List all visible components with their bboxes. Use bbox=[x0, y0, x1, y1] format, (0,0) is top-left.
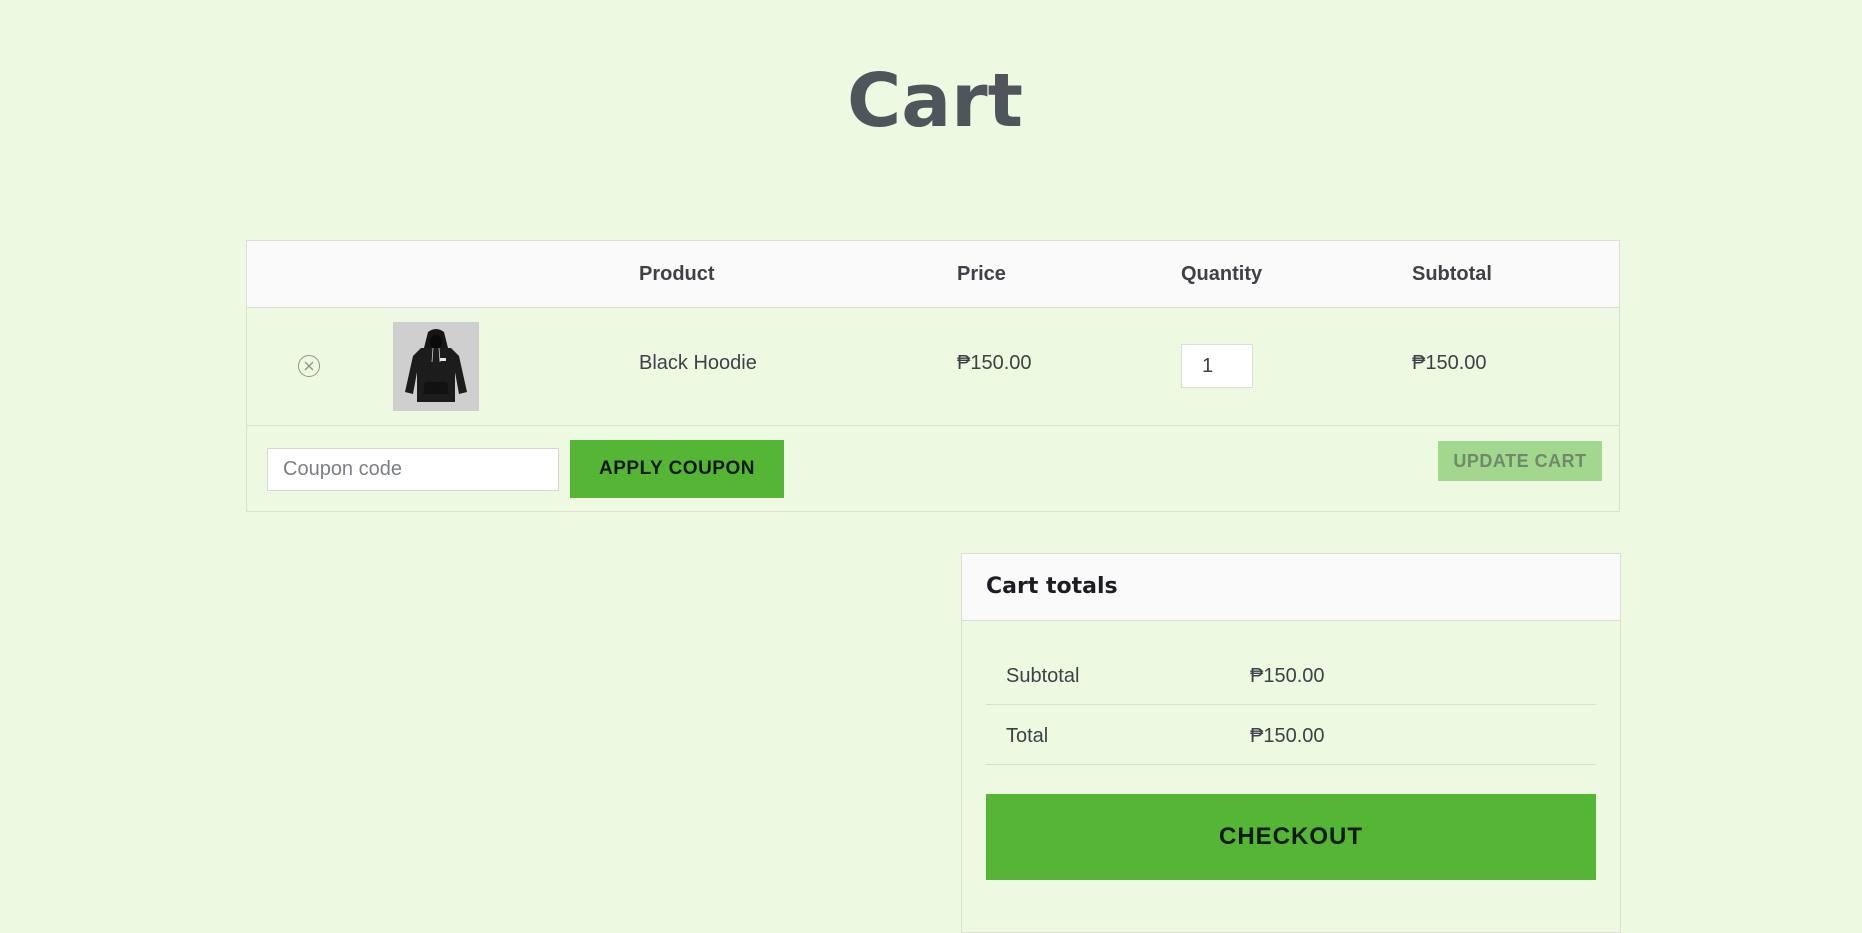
checkout-button[interactable]: CHECKOUT bbox=[986, 794, 1596, 880]
cart-table: Product Price Quantity Subtotal Black Ho… bbox=[246, 240, 1620, 512]
totals-total-row: Total ₱150.00 bbox=[986, 705, 1596, 765]
header-subtotal: Subtotal bbox=[1412, 263, 1492, 285]
product-thumbnail[interactable] bbox=[393, 322, 479, 411]
header-product: Product bbox=[639, 263, 715, 285]
product-name-link[interactable]: Black Hoodie bbox=[639, 352, 757, 375]
cart-totals-panel: Cart totals Subtotal ₱150.00 Total ₱150.… bbox=[961, 553, 1621, 933]
page-title: Cart bbox=[846, 58, 1024, 144]
header-quantity: Quantity bbox=[1181, 263, 1263, 285]
cart-table-header: Product Price Quantity Subtotal bbox=[247, 241, 1619, 308]
totals-total-value: ₱150.00 bbox=[1250, 725, 1325, 747]
close-circle-icon bbox=[304, 361, 314, 371]
apply-coupon-button[interactable]: APPLY COUPON bbox=[570, 440, 784, 498]
quantity-input[interactable] bbox=[1181, 344, 1253, 388]
product-price: ₱150.00 bbox=[957, 352, 1032, 374]
cart-totals-header: Cart totals bbox=[962, 554, 1620, 621]
cart-item-row: Black Hoodie ₱150.00 ₱150.00 bbox=[247, 308, 1619, 426]
update-cart-button[interactable]: UPDATE CART bbox=[1438, 441, 1602, 481]
hoodie-image bbox=[393, 322, 479, 411]
totals-total-label: Total bbox=[1006, 725, 1049, 747]
product-subtotal: ₱150.00 bbox=[1412, 352, 1487, 374]
totals-subtotal-value: ₱150.00 bbox=[1250, 665, 1325, 687]
totals-subtotal-row: Subtotal ₱150.00 bbox=[986, 645, 1596, 705]
totals-subtotal-label: Subtotal bbox=[1006, 665, 1080, 687]
coupon-code-input[interactable] bbox=[267, 448, 559, 491]
header-price: Price bbox=[957, 263, 1006, 285]
cart-actions: APPLY COUPON UPDATE CART bbox=[247, 426, 1619, 512]
cart-totals-title: Cart totals bbox=[986, 574, 1118, 599]
remove-item-button[interactable] bbox=[298, 355, 320, 377]
